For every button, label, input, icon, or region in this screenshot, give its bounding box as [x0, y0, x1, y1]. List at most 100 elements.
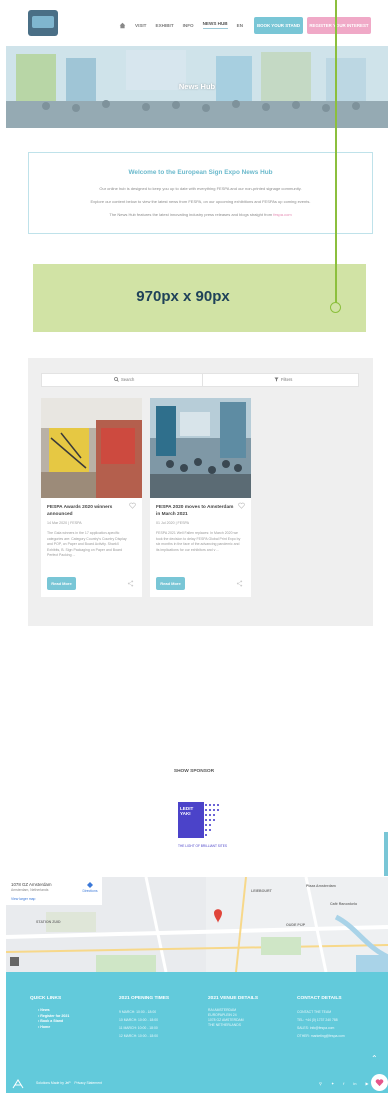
search-icon[interactable]: ⚲ [319, 1081, 322, 1086]
nav-visit[interactable]: VISIT [135, 23, 147, 28]
share-icon[interactable] [127, 580, 134, 587]
map-label: OUDE PIJP [286, 923, 306, 927]
search-icon [114, 377, 119, 382]
card-image [41, 398, 142, 498]
card-date: 14 Mar 2020 [47, 521, 68, 525]
heart-icon[interactable] [129, 502, 136, 509]
contact-team-link[interactable]: CONTACT THE TEAM [297, 1008, 345, 1016]
directions-label: Directions [82, 889, 98, 893]
card-excerpt: FESPA 2021 Well Fallen replaces: In Marc… [156, 531, 241, 552]
register-interest-button[interactable]: REGISTER YOUR INTEREST [307, 17, 371, 34]
opening-line: 12 MARCH: 10:00 - 18:00 [119, 1034, 159, 1038]
heart-icon [375, 1079, 384, 1087]
sponsor-title: SHOW SPONSOR [173, 769, 215, 774]
search-label: Search [121, 377, 135, 382]
ad-placeholder[interactable]: 970px x 90px [33, 264, 366, 332]
contact-other[interactable]: OTHER: marketing@fespa.com [297, 1032, 345, 1040]
footer-legal: Solutions Made by JeP Privacy Statement [36, 1081, 102, 1085]
map-label: LEIEBOURT [251, 889, 272, 893]
opening-line: 11 MARCH: 10:00 - 18:00 [119, 1026, 158, 1030]
sponsor-dot-pattern [205, 804, 219, 836]
welcome-line-1: Our online hub is designed to keep you u… [99, 186, 302, 191]
copyright-text[interactable]: Solutions Made by JeP [36, 1081, 71, 1085]
read-more-button[interactable]: Read More [156, 577, 185, 590]
footer-heading: 2021 VENUE DETAILS [208, 996, 259, 1001]
welcome-title: Welcome to the European Sign Expo News H… [128, 169, 273, 176]
guide-dot [330, 302, 341, 313]
search-toggle[interactable]: Search [114, 377, 134, 382]
footer-heading: QUICK LINKS [30, 996, 62, 1001]
privacy-link[interactable]: Privacy Statement [74, 1081, 102, 1085]
contact-sales[interactable]: SALES: info@fespa.com [297, 1024, 345, 1032]
venue-line: THE NETHERLANDS [208, 1023, 241, 1027]
news-card[interactable]: FESPA Awards 2020 winners announced 14 M… [41, 398, 142, 597]
card-meta: 14 Mar 2020 | FESPA [47, 521, 82, 525]
heart-icon[interactable] [238, 502, 245, 509]
welcome-line-2: Explore our content below to view the la… [90, 199, 311, 204]
card-excerpt: The Gala winners in the 17 application-s… [47, 531, 127, 557]
social-links: ⚲ ✦ f in ▶ [319, 1081, 369, 1086]
site-header: VISIT EXHIBIT INFO NEWS HUB EN BOOK YOUR… [0, 0, 388, 46]
card-meta: 01 Jul 2020 | FESPA [156, 521, 190, 525]
sponsor-brand-2: YAKI [180, 811, 191, 816]
youtube-icon[interactable]: ▶ [366, 1081, 369, 1086]
map-fullscreen-button[interactable] [10, 957, 19, 966]
nav-language[interactable]: EN [237, 23, 243, 28]
nav-exhibit[interactable]: EXHIBIT [156, 23, 174, 28]
filters-toggle[interactable]: Filters [274, 377, 292, 382]
linkedin-icon[interactable]: in [353, 1081, 356, 1086]
footer-link-home[interactable]: Home [38, 1025, 69, 1031]
news-card[interactable]: FESPA 2020 moves to Amsterdam in March 2… [150, 398, 251, 597]
twitter-icon[interactable]: ✦ [331, 1081, 334, 1086]
card-title[interactable]: FESPA Awards 2020 winners announced [47, 504, 127, 518]
site-logo[interactable] [28, 10, 58, 36]
footer-venue: 2021 VENUE DETAILS RAI AMSTERDAM EUROPAP… [208, 996, 258, 1028]
contact-phone: TEL: +44 (0) 1737 240 788 [297, 1018, 338, 1022]
footer-bottom-bar: Solutions Made by JeP Privacy Statement … [6, 1075, 388, 1093]
share-icon[interactable] [236, 580, 243, 587]
favourites-button[interactable] [371, 1074, 388, 1091]
hero-title: News Hub [178, 82, 216, 91]
home-icon[interactable] [119, 22, 126, 29]
welcome-line-3: The News Hub features the latest innovat… [29, 212, 372, 217]
footer-contact: CONTACT DETAILS CONTACT THE TEAM TEL: +4… [297, 996, 345, 1040]
book-stand-button[interactable]: BOOK YOUR STAND [254, 17, 303, 34]
larger-map-link[interactable]: View larger map [11, 897, 35, 901]
footer-logo-icon[interactable] [12, 1079, 24, 1089]
card-title[interactable]: FESPA 2020 moves to Amsterdam in March 2… [156, 504, 236, 518]
toolbar-divider [202, 374, 203, 386]
footer-heading: CONTACT DETAILS [297, 996, 342, 1001]
footer-opening-times: 2021 OPENING TIMES 9 MARCH: 10:00 - 18:0… [119, 996, 169, 1040]
facebook-icon[interactable]: f [343, 1081, 344, 1086]
nav-info[interactable]: INFO [183, 23, 194, 28]
main-nav: VISIT EXHIBIT INFO NEWS HUB EN [119, 19, 243, 31]
map-label: STATION ZUID [36, 920, 61, 924]
location-map[interactable]: 1078 GZ Amsterdam Amsterdam, Netherlands… [6, 877, 388, 972]
map-address: 1078 GZ Amsterdam [11, 882, 52, 887]
read-more-button[interactable]: Read More [47, 577, 76, 590]
news-toolbar: Search Filters [41, 373, 359, 387]
footer-quick-links: QUICK LINKS News Register for 2021 Book … [30, 996, 69, 1030]
directions-link[interactable]: Directions [80, 882, 100, 893]
card-author: FESPA [177, 521, 190, 525]
site-footer: QUICK LINKS News Register for 2021 Book … [6, 972, 388, 1093]
filters-label: Filters [281, 377, 293, 382]
opening-line: 10 MARCH: 10:00 - 18:00 [119, 1018, 159, 1022]
guide-line [335, 0, 337, 304]
back-to-top-icon[interactable]: ⌃ [371, 1054, 378, 1063]
sponsor-logo[interactable]: LEDIT YAKI [178, 802, 225, 838]
news-section: Search Filters FESPA Awards 2020 winners… [28, 358, 373, 626]
card-author: FESPA [70, 521, 82, 525]
card-image [150, 398, 251, 498]
nav-news-hub[interactable]: NEWS HUB [202, 21, 228, 29]
welcome-line-3-text: The News Hub features the latest innovat… [109, 212, 273, 217]
map-info-card: 1078 GZ Amsterdam Amsterdam, Netherlands… [6, 877, 102, 905]
map-address-sub: Amsterdam, Netherlands [11, 888, 49, 892]
directions-icon [87, 882, 93, 888]
opening-line: 9 MARCH: 10:00 - 18:00 [119, 1010, 157, 1014]
sponsor-tagline: THE LIGHT OF BRILLIANT SITES [178, 844, 227, 848]
sponsor-brand: LEDIT YAKI [180, 806, 193, 816]
hero-banner: News Hub [6, 46, 388, 128]
fespa-link[interactable]: fespa.com [273, 212, 291, 217]
side-feedback-tab[interactable] [384, 832, 388, 876]
